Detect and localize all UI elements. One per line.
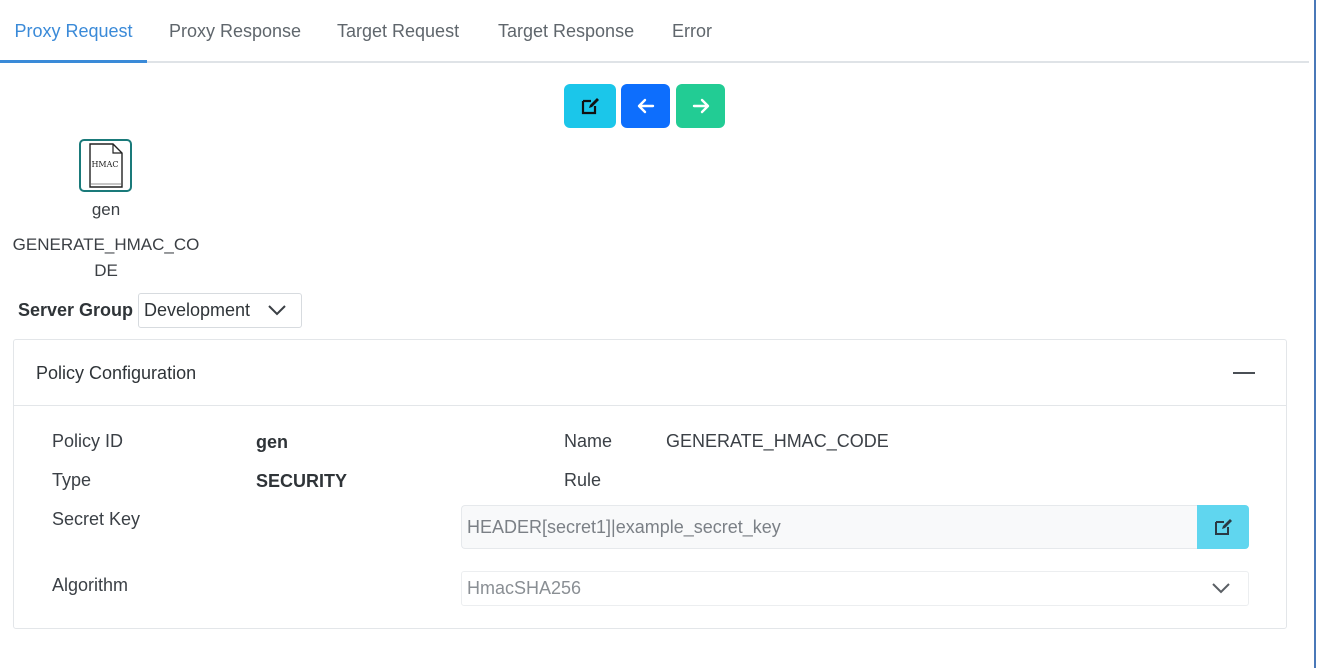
policy-node-type: GENERATE_HMAC_CODE <box>12 235 200 280</box>
edit-icon <box>581 98 599 115</box>
rule-label: Rule <box>564 470 602 490</box>
name-value: GENERATE_HMAC_CODE <box>666 431 889 451</box>
tab-proxy-response[interactable]: Proxy Response <box>169 0 301 63</box>
policy-node-name: gen <box>91 200 121 219</box>
server-group-label: Server Group <box>18 300 134 320</box>
arrow-left-icon <box>637 98 654 114</box>
svg-text:HMAC: HMAC <box>91 160 118 169</box>
hmac-policy-icon[interactable]: HMAC <box>79 139 132 192</box>
window-edge <box>1314 0 1316 668</box>
tab-proxy-request[interactable]: Proxy Request <box>0 0 147 63</box>
minus-icon <box>1233 372 1255 374</box>
chevron-down-icon <box>1212 583 1230 594</box>
collapse-button[interactable] <box>1230 360 1258 386</box>
card-header: Policy Configuration <box>14 340 1286 406</box>
edit-icon <box>1215 519 1232 535</box>
type-value: SECURITY <box>256 471 348 491</box>
name-label: Name <box>564 431 613 451</box>
edit-button[interactable] <box>564 84 616 128</box>
move-right-button[interactable] <box>676 84 725 128</box>
tab-bar: Proxy Request Proxy Response Target Requ… <box>0 0 1309 63</box>
algorithm-label: Algorithm <box>52 575 129 595</box>
document-icon: HMAC <box>89 143 123 188</box>
algorithm-value: HmacSHA256 <box>467 578 582 598</box>
server-group-select[interactable]: Development <box>138 293 302 328</box>
server-group-value: Development <box>144 300 251 320</box>
policy-id-value: gen <box>256 432 289 452</box>
arrow-right-icon <box>692 98 709 114</box>
tab-error[interactable]: Error <box>672 0 712 63</box>
tab-target-request[interactable]: Target Request <box>337 0 459 63</box>
edit-secret-key-button[interactable] <box>1197 505 1249 549</box>
card-title: Policy Configuration <box>36 363 197 383</box>
type-label: Type <box>52 470 92 490</box>
move-left-button[interactable] <box>621 84 670 128</box>
secret-key-label: Secret Key <box>52 509 141 529</box>
policy-id-label: Policy ID <box>52 431 124 451</box>
secret-key-field[interactable]: HEADER[secret1]|example_secret_key <box>461 505 1198 549</box>
chevron-down-icon <box>268 305 286 316</box>
tab-target-response[interactable]: Target Response <box>498 0 634 63</box>
algorithm-select[interactable]: HmacSHA256 <box>461 571 1249 606</box>
